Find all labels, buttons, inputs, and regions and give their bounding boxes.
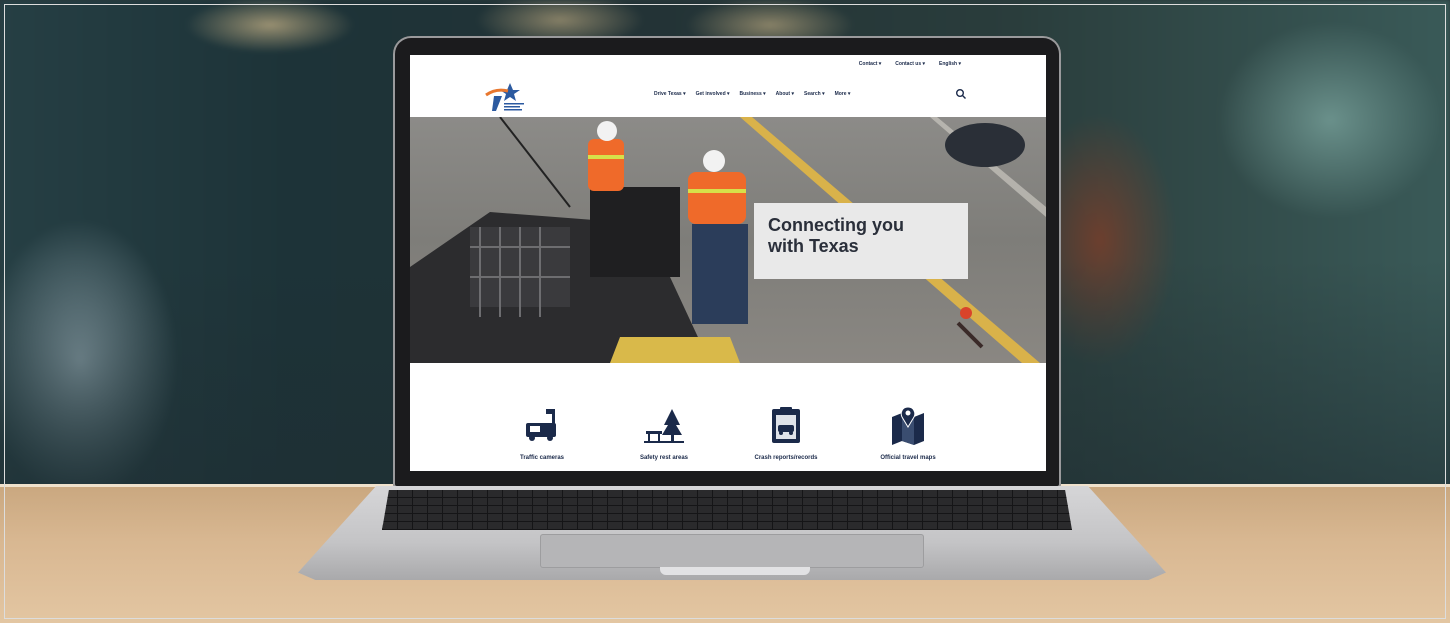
photo-scene: Contact ▾ Contact us ▾ English ▾ Drive T… xyxy=(0,0,1450,623)
nav-item-5[interactable]: Search ▾ xyxy=(804,91,825,97)
utility-link-1[interactable]: Contact ▾ xyxy=(859,61,882,67)
laptop-trackpad xyxy=(540,534,924,568)
tile-label-2: Safety rest areas xyxy=(639,455,689,461)
quick-links: Traffic cameras Safety rest areas Crash … xyxy=(410,363,1046,471)
tile-travel-maps[interactable]: Official travel maps xyxy=(872,405,944,461)
tile-label-1: Traffic cameras xyxy=(519,455,565,461)
traffic-camera-icon xyxy=(526,409,556,441)
site-header: Drive Texas ▾ Get involved ▾ Business ▾ … xyxy=(410,73,1046,117)
nav-item-4[interactable]: About ▾ xyxy=(776,91,794,97)
utility-link-2[interactable]: Contact us ▾ xyxy=(895,61,925,67)
rest-area-icon xyxy=(644,409,684,443)
travel-map-icon xyxy=(892,406,924,445)
hero-headline-line-2: with Texas xyxy=(768,236,859,256)
tile-crash-reports[interactable]: Crash reports/records xyxy=(750,405,822,461)
hero-headline-line-1: Connecting you xyxy=(768,215,904,235)
hero-headline-card: Connecting you with Texas xyxy=(754,203,968,279)
laptop-keyboard xyxy=(382,490,1072,530)
nav-item-6[interactable]: More ▾ xyxy=(835,91,851,97)
tile-traffic-cameras[interactable]: Traffic cameras xyxy=(506,405,578,461)
main-nav: Drive Texas ▾ Get involved ▾ Business ▾ … xyxy=(654,91,850,97)
tile-rest-areas[interactable]: Safety rest areas xyxy=(628,405,700,461)
nav-item-2[interactable]: Get involved ▾ xyxy=(696,91,730,97)
hero-banner: Connecting you with Texas xyxy=(410,117,1046,363)
txdot-logo[interactable] xyxy=(482,79,532,113)
tile-label-4: Official travel maps xyxy=(880,455,936,461)
tile-label-3: Crash reports/records xyxy=(754,455,818,461)
language-selector[interactable]: English ▾ xyxy=(939,61,961,67)
nav-item-1[interactable]: Drive Texas ▾ xyxy=(654,91,686,97)
search-icon[interactable] xyxy=(955,88,967,100)
laptop-screen: Contact ▾ Contact us ▾ English ▾ Drive T… xyxy=(410,55,1046,471)
crash-report-icon xyxy=(772,407,800,443)
utility-bar: Contact ▾ Contact us ▾ English ▾ xyxy=(410,55,1046,73)
nav-item-3[interactable]: Business ▾ xyxy=(740,91,766,97)
laptop-opening-notch xyxy=(660,567,810,575)
